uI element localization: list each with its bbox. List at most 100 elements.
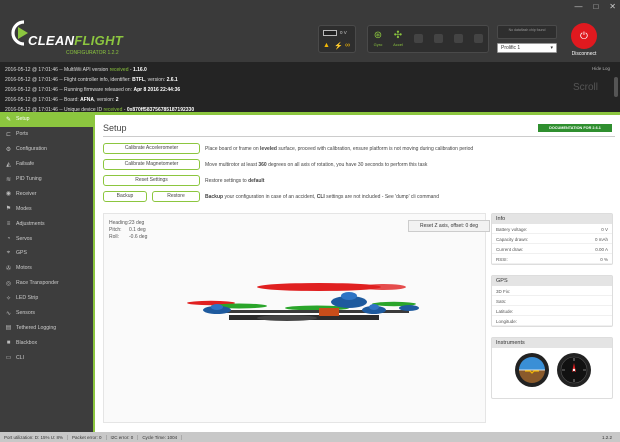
window-controls: — □ ✕ — [574, 3, 616, 11]
info-panel: Info Battery voltage: 0 V Capacity drawn:… — [491, 213, 613, 265]
restore-button[interactable]: Restore — [152, 191, 200, 202]
sidebar-item-label: Modes — [16, 205, 32, 212]
blackbox-icon: ■ — [6, 339, 11, 346]
sidebar-item-label: Setup — [16, 116, 30, 123]
gear-icon: ⚙ — [5, 146, 12, 153]
sidebar-item-label: Motors — [16, 265, 32, 272]
log-scrollbar[interactable] — [614, 77, 618, 97]
sidebar-item-cli[interactable]: ▭ CLI — [0, 350, 93, 365]
sidebar-item-servos[interactable]: ◔ Servos — [0, 231, 93, 246]
mag-icon — [413, 33, 423, 43]
disconnect-label: Disconnect — [571, 51, 597, 57]
port-utilization: Port utilization: D: 15% U: 8% — [0, 434, 69, 440]
gps-icon — [453, 33, 463, 43]
sidebar-item-label: PID Tuning — [16, 176, 42, 182]
sensor-sonar — [468, 26, 488, 52]
minimize-button[interactable]: — — [574, 3, 582, 11]
status-bar: Port utilization: D: 15% U: 8% Packet er… — [0, 432, 620, 442]
sensor-status-panel: ⊛ Gyro ✣ Accel — [367, 25, 489, 53]
documentation-button[interactable]: DOCUMENTATION FOR 2.6.1 — [538, 124, 612, 132]
reset-settings-button[interactable]: Reset Settings — [103, 175, 200, 186]
heading-indicator-icon — [557, 353, 591, 387]
maximize-button[interactable]: □ — [593, 3, 598, 11]
sidebar-item-blackbox[interactable]: ■ Blackbox — [0, 335, 93, 350]
info-row-rssi: RSSI: 0 % — [492, 254, 612, 264]
instruments-panel: Instruments — [491, 337, 613, 399]
sidebar-item-configuration[interactable]: ⚙ Configuration — [0, 142, 93, 157]
sidebar-item-tethered-logging[interactable]: ▤ Tethered Logging — [0, 320, 93, 335]
logo-icon — [11, 20, 28, 46]
gps-row-fix: 3D Fix: — [492, 286, 612, 296]
gps-title: GPS — [492, 276, 612, 286]
disconnect-button[interactable]: ⏻ — [571, 23, 597, 49]
sidebar-item-ports[interactable]: ⊏ Ports — [0, 127, 93, 142]
sidebar-item-adjustments[interactable]: ≡ Adjustments — [0, 216, 93, 231]
sidebar-item-label: Receiver — [16, 190, 37, 197]
logo-version: CONFIGURATOR 1.2.2 — [66, 50, 119, 56]
battery-voltage: 0 V — [340, 30, 347, 35]
gps-panel: GPS 3D Fix: Sats: Latitude: Longitude: — [491, 275, 613, 327]
baro-icon — [433, 33, 443, 43]
sidebar-item-failsafe[interactable]: ◭ Failsafe — [0, 157, 93, 172]
calibrate-magnetometer-button[interactable]: Calibrate Magnetometer — [103, 159, 200, 170]
model-view[interactable]: Heading:23 deg Pitch: 0.1 deg Roll: -0.6 d… — [103, 213, 490, 423]
sensor-accel: ✣ Accel — [388, 26, 408, 52]
failsafe-icon: ◭ — [6, 161, 11, 168]
chevron-down-icon: ▾ — [550, 45, 553, 51]
sensor-label: Gyro — [373, 42, 383, 47]
backup-description: Backup your configuration in case of an … — [205, 194, 439, 200]
servo-icon: ◔ — [6, 235, 11, 242]
sidebar-item-setup[interactable]: ✎ Setup — [0, 112, 93, 127]
page-title: Setup — [103, 123, 127, 133]
reset-z-axis-button[interactable]: Reset Z axis, offset: 0 deg — [408, 220, 490, 232]
sidebar-item-sensors[interactable]: ∿ Sensors — [0, 306, 93, 321]
adjustments-icon: ≡ — [6, 220, 11, 227]
calibrate-accelerometer-description: Place board or frame on leveled surface,… — [205, 146, 474, 152]
sidebar-item-label: CLI — [16, 354, 25, 361]
sonar-icon — [473, 33, 483, 43]
accel-icon: ✣ — [393, 30, 403, 41]
log-panel: 2016-05-12 @ 17:01:46 -- MultiWii API ve… — [0, 62, 620, 113]
sidebar-item-label: LED Strip — [16, 295, 39, 302]
sidebar-item-race-transponder[interactable]: ◎ Race Transponder — [0, 276, 93, 291]
sidebar-item-receiver[interactable]: ◉ Receiver — [0, 186, 93, 201]
log-line: 2016-05-12 @ 17:01:46 -- Running firmwar… — [5, 87, 181, 93]
sidebar-item-motors[interactable]: ✇ Motors — [0, 261, 93, 276]
logging-icon: ▤ — [5, 325, 12, 332]
log-line: 2016-05-12 @ 17:01:46 -- Board: AFNA, ve… — [5, 97, 119, 103]
sidebar-item-led-strip[interactable]: ✧ LED Strip — [0, 291, 93, 306]
sensor-gps — [448, 26, 468, 52]
pitch-readout: Pitch: 0.1 deg — [109, 227, 146, 233]
sidebar-item-gps[interactable]: ⌖ GPS — [0, 246, 93, 261]
usb-icon: ⏻ — [580, 30, 588, 42]
log-line: 2016-05-12 @ 17:01:46 -- Flight controll… — [5, 77, 178, 83]
header: CLEANFLIGHT CONFIGURATOR 1.2.2 0 V ▲ ⚡ ∞… — [0, 0, 620, 62]
attitude-indicator-icon — [515, 353, 549, 387]
sidebar-item-pid-tuning[interactable]: ≋ PID Tuning — [0, 172, 93, 187]
backup-button[interactable]: Backup — [103, 191, 147, 202]
info-row-battery: Battery voltage: 0 V — [492, 224, 612, 234]
arming-icon: ⚡ — [334, 43, 343, 50]
sidebar-item-label: Adjustments — [16, 220, 45, 227]
sidebar-item-label: Blackbox — [16, 339, 38, 346]
calibrate-accelerometer-button[interactable]: Calibrate Accelerometer — [103, 143, 200, 154]
gps-row-latitude: Latitude: — [492, 306, 612, 316]
sidebar: ✎ Setup ⊏ Ports ⚙ Configuration ◭ Failsafe ≋… — [0, 112, 93, 432]
main-scrollbar[interactable] — [615, 117, 619, 417]
sensor-baro — [428, 26, 448, 52]
cli-icon: ▭ — [5, 355, 12, 362]
packet-error: Packet error: 0 — [68, 434, 107, 440]
logo: CLEANFLIGHT CONFIGURATOR 1.2.2 — [8, 20, 138, 56]
info-title: Info — [492, 214, 612, 224]
hide-log-link[interactable]: Hide Log — [592, 66, 610, 71]
roll-readout: Roll: -0.6 deg — [109, 234, 148, 240]
i2c-error: I2C error: 0 — [107, 434, 139, 440]
port-select[interactable]: Prolific 1 ▾ — [497, 43, 557, 53]
sidebar-item-label: Servos — [16, 235, 33, 242]
sidebar-item-modes[interactable]: ⚑ Modes — [0, 201, 93, 216]
dataflash-status: No dataflash chip found — [497, 25, 557, 39]
close-button[interactable]: ✕ — [609, 3, 616, 11]
sidebar-item-label: Tethered Logging — [16, 324, 57, 331]
scroll-label[interactable]: Scroll — [573, 82, 598, 93]
sensor-gyro: ⊛ Gyro — [368, 26, 388, 52]
